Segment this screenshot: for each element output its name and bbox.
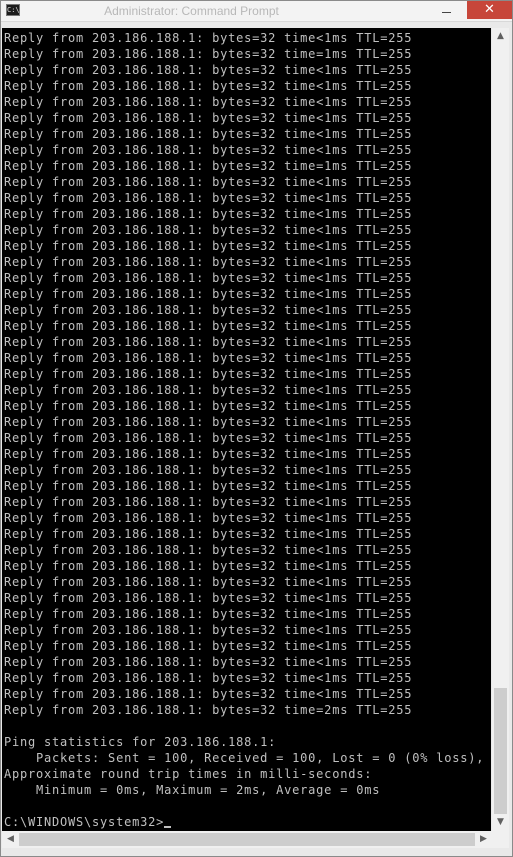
scroll-up-arrow[interactable]: ▲ [492, 28, 509, 45]
console-line: Packets: Sent = 100, Received = 100, Los… [4, 751, 485, 765]
console-line: Reply from 203.186.188.1: bytes=32 time<… [4, 271, 413, 285]
scrollbar-corner [492, 831, 509, 848]
console-text: Reply from 203.186.188.1: bytes=32 time<… [4, 30, 484, 831]
console-line: Reply from 203.186.188.1: bytes=32 time<… [4, 207, 413, 221]
console-line: Reply from 203.186.188.1: bytes=32 time<… [4, 495, 413, 509]
console-line: Reply from 203.186.188.1: bytes=32 time<… [4, 687, 413, 701]
prompt-line[interactable]: C:\WINDOWS\system32> [4, 814, 484, 830]
console-line: Reply from 203.186.188.1: bytes=32 time<… [4, 63, 413, 77]
vertical-scroll-thumb[interactable] [494, 688, 507, 814]
console-line: Reply from 203.186.188.1: bytes=32 time<… [4, 79, 413, 93]
minimize-button[interactable] [435, 1, 461, 19]
console-line: Reply from 203.186.188.1: bytes=32 time<… [4, 143, 413, 157]
console-line: Reply from 203.186.188.1: bytes=32 time<… [4, 95, 413, 109]
console-line: Reply from 203.186.188.1: bytes=32 time<… [4, 351, 413, 365]
console-line: Reply from 203.186.188.1: bytes=32 time<… [4, 511, 413, 525]
console-line: Reply from 203.186.188.1: bytes=32 time<… [4, 31, 413, 45]
horizontal-scroll-thumb[interactable] [19, 833, 475, 846]
console-line: Reply from 203.186.188.1: bytes=32 time<… [4, 655, 413, 669]
console-line: Reply from 203.186.188.1: bytes=32 time<… [4, 543, 413, 557]
console-line: Reply from 203.186.188.1: bytes=32 time<… [4, 367, 413, 381]
console-line: Reply from 203.186.188.1: bytes=32 time<… [4, 447, 413, 461]
console-line: Reply from 203.186.188.1: bytes=32 time<… [4, 527, 413, 541]
console-line: Reply from 203.186.188.1: bytes=32 time<… [4, 191, 413, 205]
console-line: Reply from 203.186.188.1: bytes=32 time<… [4, 223, 413, 237]
console-line: Reply from 203.186.188.1: bytes=32 time=… [4, 159, 413, 173]
scroll-down-arrow[interactable]: ▼ [492, 814, 509, 831]
console-line: Reply from 203.186.188.1: bytes=32 time<… [4, 287, 413, 301]
text-cursor [164, 826, 172, 828]
console-line: Reply from 203.186.188.1: bytes=32 time<… [4, 255, 413, 269]
console-line: Reply from 203.186.188.1: bytes=32 time<… [4, 127, 413, 141]
console-line: Reply from 203.186.188.1: bytes=32 time<… [4, 111, 413, 125]
vertical-scrollbar[interactable]: ▲ ▼ [492, 28, 509, 831]
scroll-left-arrow[interactable]: ◀ [2, 831, 19, 848]
scroll-right-arrow[interactable]: ▶ [475, 831, 492, 848]
console-line: Reply from 203.186.188.1: bytes=32 time<… [4, 463, 413, 477]
title-bar[interactable]: C:\ Administrator: Command Prompt ✕ [1, 1, 512, 22]
console-line: Reply from 203.186.188.1: bytes=32 time<… [4, 639, 413, 653]
console-line: Minimum = 0ms, Maximum = 2ms, Average = … [4, 783, 381, 797]
close-button[interactable]: ✕ [467, 1, 512, 19]
console-line: Reply from 203.186.188.1: bytes=32 time<… [4, 607, 413, 621]
console-line: Reply from 203.186.188.1: bytes=32 time<… [4, 239, 413, 253]
console-line: Reply from 203.186.188.1: bytes=32 time<… [4, 399, 413, 413]
console-line: Ping statistics for 203.186.188.1: [4, 735, 277, 749]
console-line: Reply from 203.186.188.1: bytes=32 time<… [4, 319, 413, 333]
console-line: Reply from 203.186.188.1: bytes=32 time<… [4, 623, 413, 637]
console-line: Reply from 203.186.188.1: bytes=32 time<… [4, 559, 413, 573]
console-line: Reply from 203.186.188.1: bytes=32 time<… [4, 479, 413, 493]
console-line: Reply from 203.186.188.1: bytes=32 time=… [4, 47, 413, 61]
console-line: Reply from 203.186.188.1: bytes=32 time<… [4, 591, 413, 605]
console-line: Approximate round trip times in milli-se… [4, 767, 373, 781]
console-line: Reply from 203.186.188.1: bytes=32 time<… [4, 303, 413, 317]
console-line: Reply from 203.186.188.1: bytes=32 time<… [4, 175, 413, 189]
window-title: Administrator: Command Prompt [104, 4, 279, 18]
console-line: Reply from 203.186.188.1: bytes=32 time<… [4, 671, 413, 685]
horizontal-scrollbar[interactable]: ◀ ▶ [2, 831, 492, 848]
console-line: Reply from 203.186.188.1: bytes=32 time=… [4, 703, 413, 717]
console-line: Reply from 203.186.188.1: bytes=32 time<… [4, 431, 413, 445]
command-prompt: C:\WINDOWS\system32> [4, 815, 165, 829]
command-prompt-window: C:\ Administrator: Command Prompt ✕ Repl… [0, 0, 513, 857]
console-line: Reply from 203.186.188.1: bytes=32 time<… [4, 335, 413, 349]
console-line: Reply from 203.186.188.1: bytes=32 time<… [4, 383, 413, 397]
console-line: Reply from 203.186.188.1: bytes=32 time<… [4, 415, 413, 429]
console-line: Reply from 203.186.188.1: bytes=32 time<… [4, 575, 413, 589]
minimize-icon [442, 12, 451, 13]
console-output[interactable]: Reply from 203.186.188.1: bytes=32 time<… [2, 28, 491, 831]
